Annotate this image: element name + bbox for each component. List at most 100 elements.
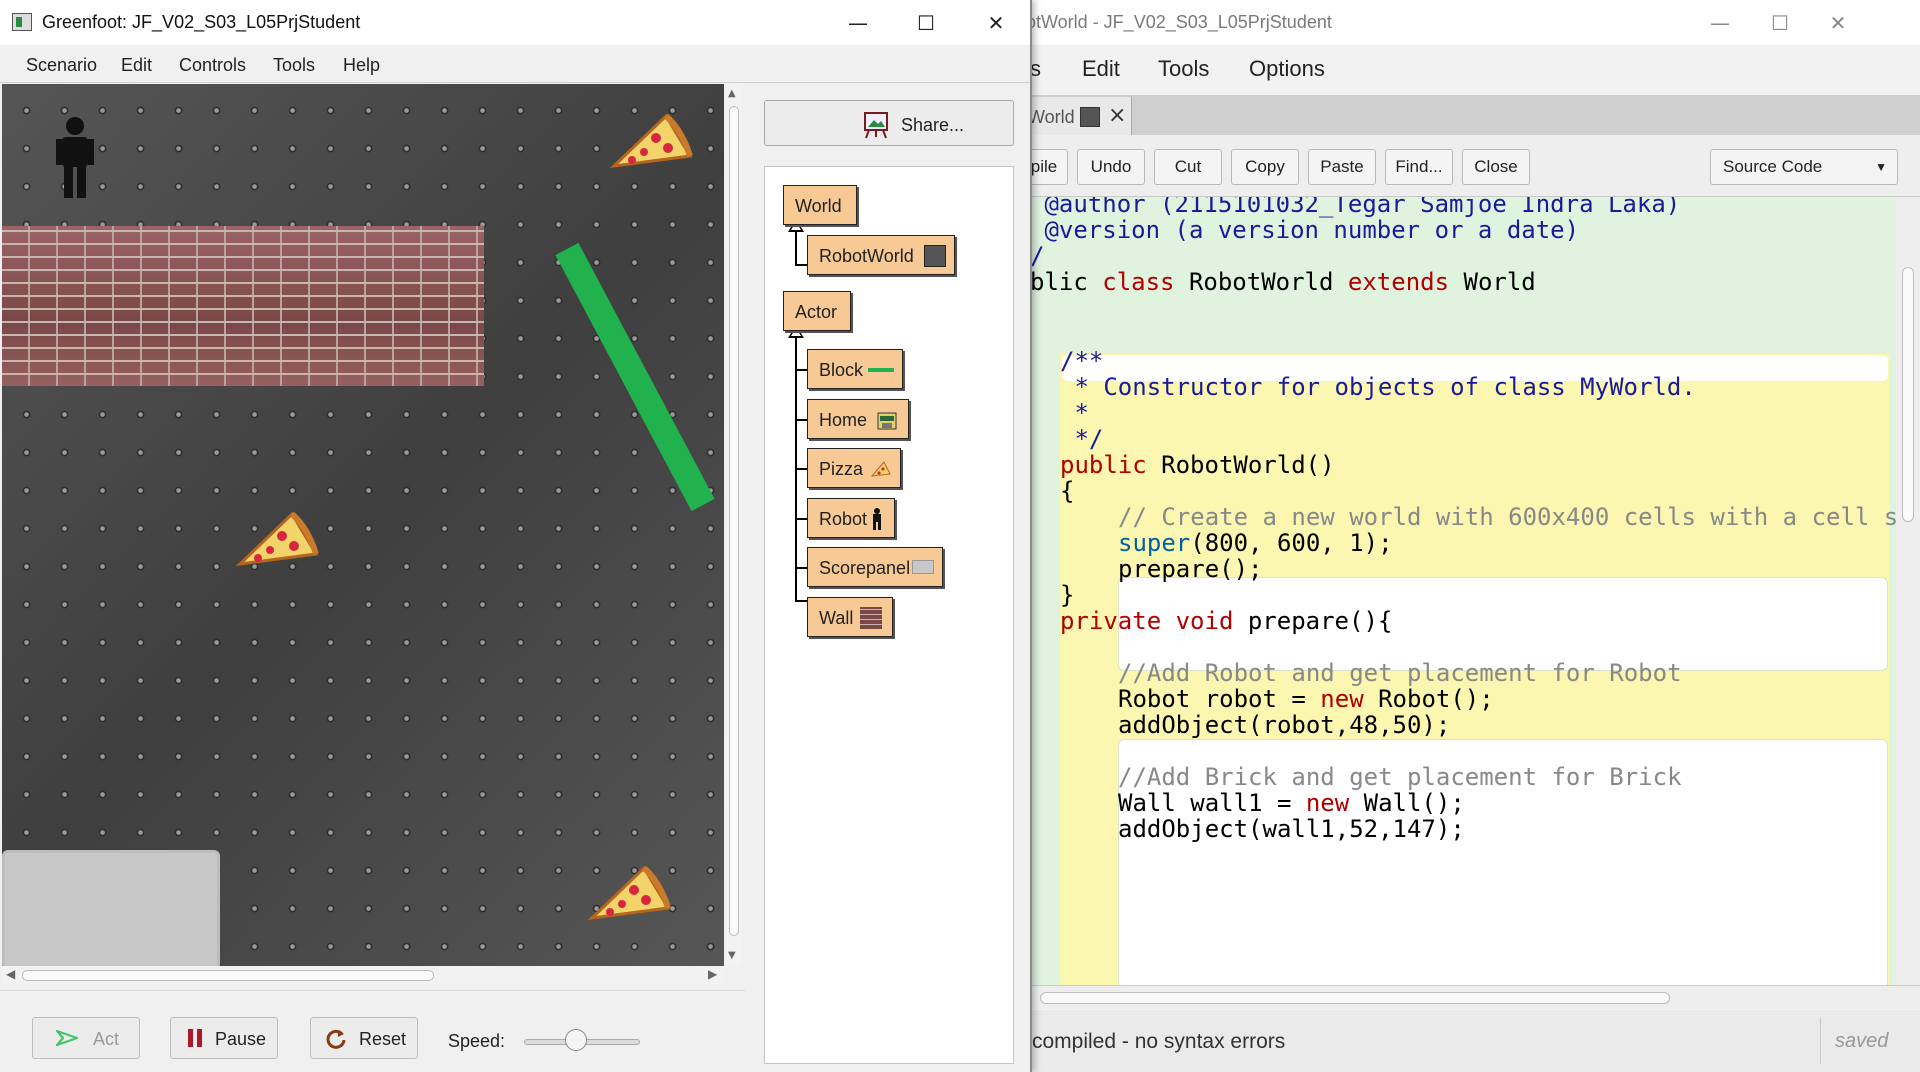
block-icon: [868, 368, 894, 372]
scrollbar-thumb[interactable]: [729, 106, 739, 936]
menu-controls[interactable]: Controls: [179, 55, 246, 76]
view-select[interactable]: Source Code ▼: [1710, 149, 1898, 185]
pizza-actor[interactable]: [588, 864, 672, 924]
maximize-button[interactable]: ☐: [1750, 4, 1810, 42]
robot-actor[interactable]: [54, 116, 96, 198]
cut-button[interactable]: Cut: [1154, 149, 1222, 185]
editor-vertical-scrollbar[interactable]: [1896, 197, 1920, 985]
code-editor[interactable]: @author (2115101032_Tegar Samjoe Indra L…: [1020, 197, 1896, 985]
chevron-left-icon[interactable]: ◀: [6, 967, 15, 981]
easel-icon: [864, 112, 888, 139]
tab-label: World: [1028, 107, 1075, 127]
class-world[interactable]: World: [783, 185, 857, 225]
code-line: }: [1060, 581, 1075, 609]
class-label: World: [795, 196, 842, 216]
menu-edit[interactable]: Edit: [1082, 56, 1120, 82]
scrollbar-thumb[interactable]: [1040, 992, 1670, 1004]
class-label: RobotWorld: [819, 246, 914, 266]
minimize-button[interactable]: —: [1690, 4, 1750, 42]
scorepanel-actor[interactable]: [2, 850, 220, 966]
pause-icon: [188, 1029, 202, 1047]
undo-button[interactable]: Undo: [1077, 149, 1145, 185]
scrollbar-thumb[interactable]: [1902, 267, 1914, 522]
reset-icon: [326, 1029, 346, 1049]
class-label: Actor: [795, 302, 838, 322]
class-scorepanel[interactable]: Scorepanel: [807, 547, 943, 587]
class-pizza[interactable]: Pizza: [807, 448, 901, 488]
menu-tools[interactable]: Tools: [1158, 56, 1209, 82]
speed-label: Speed:: [448, 1031, 506, 1051]
class-wall[interactable]: Wall: [807, 597, 893, 637]
menu-tools[interactable]: Tools: [273, 55, 315, 76]
block-actor[interactable]: [555, 242, 715, 512]
menu-edit[interactable]: Edit: [121, 55, 152, 76]
tab-robotworld[interactable]: World ×: [1020, 97, 1132, 135]
code-line: public RobotWorld(): [1060, 451, 1335, 479]
class-robot[interactable]: Robot: [807, 498, 895, 538]
close-window-button[interactable]: ✕: [1808, 4, 1868, 42]
code-line: addObject(robot,48,50);: [1118, 711, 1451, 739]
class-block[interactable]: Block: [807, 349, 903, 389]
share-label: Share...: [901, 115, 965, 135]
code-line: prepare();: [1118, 555, 1263, 583]
greenfoot-titlebar: Greenfoot: JF_V02_S03_L05PrjStudent — ☐ …: [0, 0, 1030, 45]
class-label: Wall: [819, 608, 854, 628]
class-label: Block: [819, 360, 864, 380]
copy-button[interactable]: Copy: [1231, 149, 1299, 185]
minimize-button[interactable]: —: [828, 4, 888, 42]
code-line: /: [1030, 242, 1045, 270]
tree-connector: [795, 567, 807, 569]
execution-controls: Act Pause Reset Speed:: [0, 990, 745, 1072]
code-line: //Add Robot and get placement for Robot: [1118, 659, 1682, 687]
tab-close-icon[interactable]: ×: [1108, 103, 1126, 128]
class-actor[interactable]: Actor: [783, 291, 851, 331]
world-thumbnail-icon: [924, 245, 946, 267]
scorepanel-icon: [912, 560, 934, 574]
code-line: Robot robot = new Robot();: [1118, 685, 1494, 713]
find-button[interactable]: Find...: [1385, 149, 1453, 185]
menu-options[interactable]: Options: [1249, 56, 1325, 82]
menu-scenario[interactable]: Scenario: [26, 55, 97, 76]
chevron-right-icon[interactable]: ▶: [708, 967, 717, 981]
pizza-actor[interactable]: [610, 112, 694, 172]
act-button[interactable]: Act: [32, 1017, 140, 1059]
tree-connector: [795, 600, 807, 602]
editor-tabbar: World ×: [1020, 95, 1920, 135]
editor-title: otWorld - JF_V02_S03_L05PrjStudent: [1026, 12, 1332, 32]
pause-label: Pause: [215, 1029, 267, 1049]
close-window-button[interactable]: ✕: [966, 4, 1026, 42]
class-robotworld[interactable]: RobotWorld: [807, 235, 955, 275]
code-line: private void prepare(){: [1060, 607, 1393, 635]
class-home[interactable]: Home: [807, 399, 909, 439]
code-line: //Add Brick and get placement for Brick: [1118, 763, 1682, 791]
view-select-value: Source Code: [1723, 157, 1823, 176]
robot-icon: [873, 508, 881, 530]
pause-button[interactable]: Pause: [170, 1017, 278, 1059]
world-vertical-scrollbar[interactable]: ▲ ▼: [726, 84, 742, 966]
world-class-icon: [1080, 107, 1100, 127]
editor-toolbar: pile Undo Cut Copy Paste Find... Close S…: [1020, 135, 1920, 197]
greenfoot-app-icon: [12, 13, 32, 31]
pizza-actor[interactable]: [236, 510, 320, 570]
greenfoot-title: Greenfoot: JF_V02_S03_L05PrjStudent: [42, 12, 361, 32]
chevron-up-icon[interactable]: ▲: [728, 88, 736, 99]
compile-status: compiled - no syntax errors: [1032, 1030, 1286, 1053]
play-icon: [55, 1029, 79, 1047]
code-line: @version (a version number or a date): [1030, 216, 1580, 244]
tree-connector: [795, 468, 807, 470]
editor-statusbar: compiled - no syntax errors saved: [1020, 1010, 1920, 1072]
chevron-down-icon[interactable]: ▼: [728, 950, 736, 961]
tree-connector: [795, 369, 807, 371]
scrollbar-thumb[interactable]: [22, 970, 434, 981]
reset-button[interactable]: Reset: [310, 1017, 418, 1059]
menu-help[interactable]: Help: [343, 55, 380, 76]
wall-actor[interactable]: [2, 226, 484, 386]
maximize-button[interactable]: ☐: [896, 4, 956, 42]
share-button[interactable]: Share...: [764, 100, 1014, 146]
world-horizontal-scrollbar[interactable]: ◀ ▶: [2, 966, 724, 984]
world-canvas[interactable]: [2, 84, 724, 966]
close-button[interactable]: Close: [1462, 149, 1530, 185]
speed-slider-thumb[interactable]: [565, 1029, 588, 1051]
editor-horizontal-scrollbar[interactable]: [1020, 985, 1920, 1009]
paste-button[interactable]: Paste: [1308, 149, 1376, 185]
